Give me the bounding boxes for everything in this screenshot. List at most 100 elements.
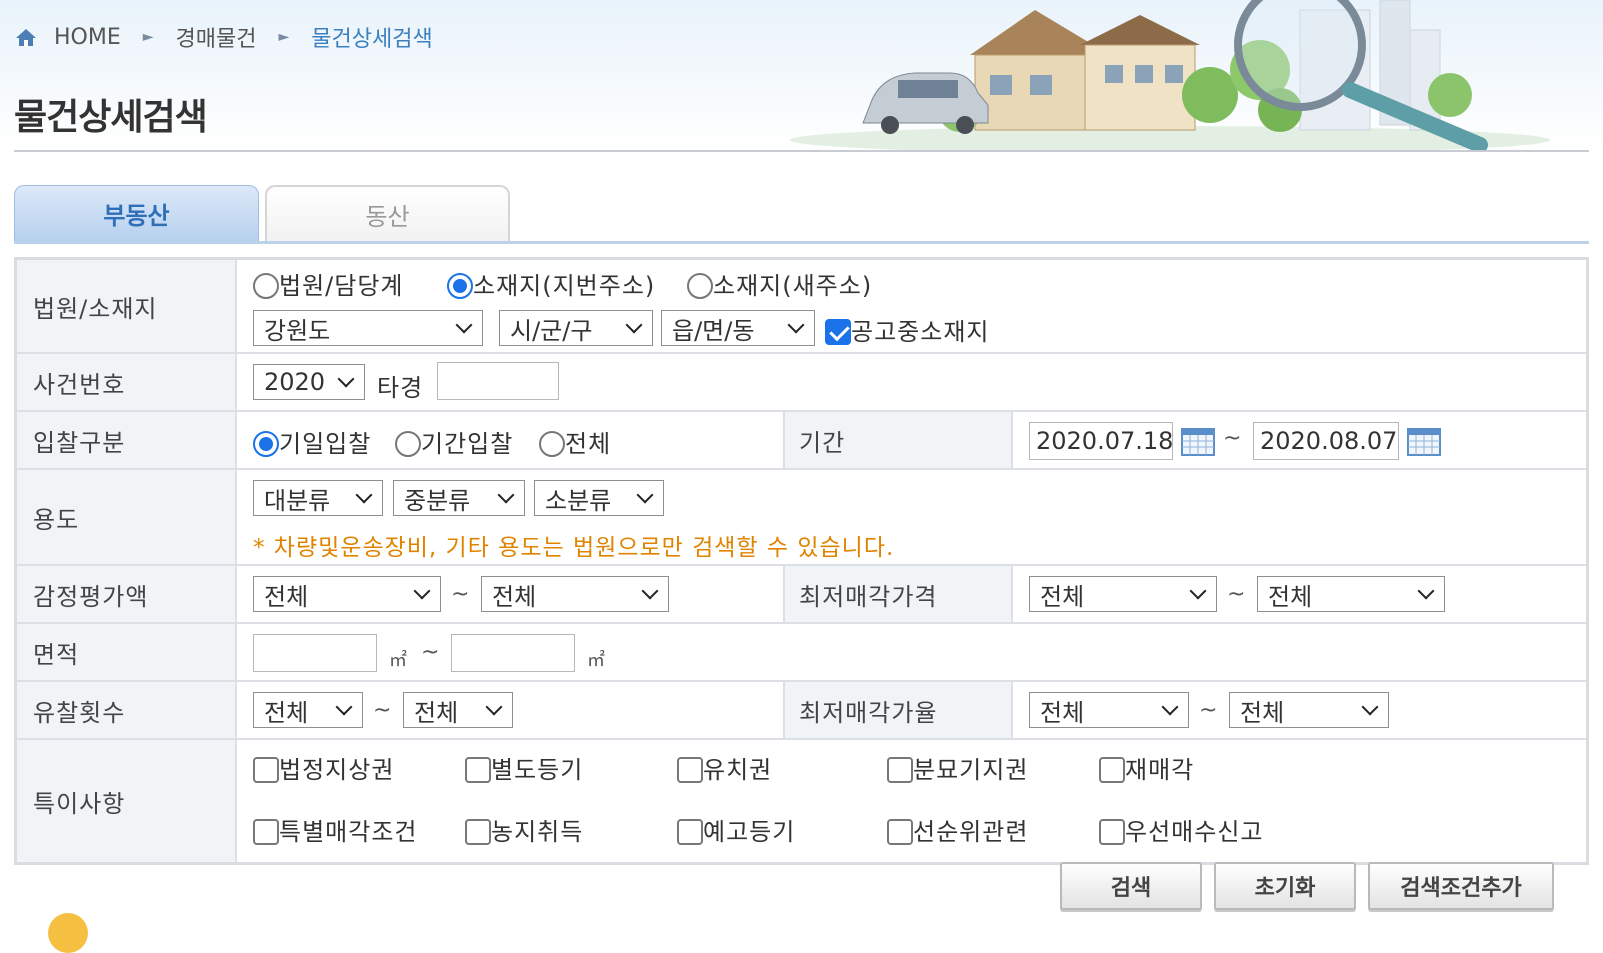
checkbox-special-0[interactable] (253, 757, 279, 783)
radio-all-bid[interactable] (539, 431, 565, 457)
usage-major-select[interactable]: 대분류 (253, 480, 383, 516)
min-rate-to-value: 전체 (1240, 698, 1285, 727)
row-label-court-location: 법원/소재지 (17, 260, 237, 352)
min-price-to-select[interactable]: 전체 (1257, 576, 1445, 612)
case-year-select[interactable]: 2020 (253, 364, 365, 400)
case-number-input[interactable] (437, 362, 559, 400)
checkbox-special-9[interactable] (1099, 819, 1125, 845)
checkbox-announce-location[interactable] (825, 319, 851, 345)
failed-to-value: 전체 (414, 698, 459, 727)
province-value: 강원도 (264, 316, 331, 345)
row-court-location: 법원/소재지 법원/담당계 소재지(지번주소) 소재지(새주소) 강원도 시/군… (17, 260, 1586, 354)
checkbox-special-3[interactable] (887, 757, 913, 783)
min-price-from-select[interactable]: 전체 (1029, 576, 1217, 612)
min-rate-to-select[interactable]: 전체 (1229, 692, 1389, 728)
row-label-special: 특이사항 (17, 740, 237, 862)
checkbox-special-8[interactable] (887, 819, 913, 845)
min-rate-from-value: 전체 (1040, 698, 1085, 727)
breadcrumb-separator-icon: ► (278, 29, 290, 45)
radio-new-address[interactable] (687, 273, 713, 299)
radio-period-bid[interactable] (395, 431, 421, 457)
title-divider (14, 150, 1589, 152)
special-label-6: 농지취득 (491, 818, 584, 846)
radio-lot-address[interactable] (447, 273, 473, 299)
chevron-down-icon (337, 370, 355, 388)
special-label-5: 특별매각조건 (279, 818, 418, 846)
usage-minor-select[interactable]: 소분류 (534, 480, 664, 516)
chevron-down-icon (485, 698, 503, 716)
tab-movable-property[interactable]: 동산 (265, 185, 510, 241)
row-appraisal: 감정평가액 전체 ~ 전체 최저매각가격 전체 ~ 전체 (17, 566, 1586, 624)
appraisal-to-value: 전체 (492, 582, 537, 611)
area-tilde: ~ (421, 640, 440, 665)
checkbox-special-7[interactable] (677, 819, 703, 845)
min-price-label: 최저매각가격 (783, 566, 1013, 622)
chevron-down-icon (641, 582, 659, 600)
radio-date-bid-label: 기일입찰 (279, 430, 372, 458)
min-rate-label: 최저매각가율 (783, 682, 1013, 738)
chevron-down-icon (335, 698, 353, 716)
tab-real-estate[interactable]: 부동산 (14, 185, 259, 241)
breadcrumb-home[interactable]: HOME (54, 25, 121, 50)
special-label-2: 유치권 (703, 756, 773, 784)
appraisal-to-select[interactable]: 전체 (481, 576, 669, 612)
chevron-down-icon (636, 486, 654, 504)
checkbox-special-4[interactable] (1099, 757, 1125, 783)
chevron-down-icon (1417, 582, 1435, 600)
radio-period-bid-label: 기간입찰 (421, 430, 514, 458)
date-to-input[interactable]: 2020.08.07 (1253, 422, 1399, 460)
radio-all-bid-label: 전체 (565, 430, 612, 458)
row-label-appraisal: 감정평가액 (17, 566, 237, 622)
add-condition-button[interactable]: 검색조건추가 (1368, 862, 1554, 910)
min-rate-tilde: ~ (1199, 698, 1218, 723)
detail-search-form: 법원/소재지 법원/담당계 소재지(지번주소) 소재지(새주소) 강원도 시/군… (14, 257, 1589, 865)
area-from-input[interactable] (253, 634, 377, 672)
reset-button[interactable]: 초기화 (1214, 862, 1356, 910)
row-failed-count: 유찰횟수 전체 ~ 전체 최저매각가율 전체 ~ 전체 (17, 682, 1586, 740)
calendar-icon[interactable] (1407, 428, 1441, 456)
special-label-1: 별도등기 (491, 756, 584, 784)
special-label-0: 법정지상권 (279, 756, 395, 784)
checkbox-special-5[interactable] (253, 819, 279, 845)
chevron-down-icon (1189, 582, 1207, 600)
row-label-usage: 용도 (17, 470, 237, 564)
breadcrumb-separator-icon: ► (142, 29, 154, 45)
category-tabs: 부동산 동산 (14, 185, 516, 243)
failed-to-select[interactable]: 전체 (403, 692, 513, 728)
breadcrumb-auction-items[interactable]: 경매물건 (176, 21, 257, 53)
checkbox-announce-location-label: 공고중소재지 (851, 318, 990, 346)
area-unit: ㎡ (587, 650, 605, 671)
radio-date-bid[interactable] (253, 431, 279, 457)
checkbox-special-2[interactable] (677, 757, 703, 783)
appraisal-tilde: ~ (451, 582, 470, 607)
chevron-down-icon (1161, 698, 1179, 716)
usage-middle-value: 중분류 (404, 486, 471, 515)
calendar-icon[interactable] (1181, 428, 1215, 456)
city-select[interactable]: 시/군/구 (499, 310, 653, 346)
row-label-area: 면적 (17, 624, 237, 680)
usage-middle-select[interactable]: 중분류 (393, 480, 525, 516)
chevron-down-icon (497, 486, 515, 504)
chevron-down-icon (625, 316, 643, 334)
date-from-input[interactable]: 2020.07.18 (1029, 422, 1173, 460)
failed-from-select[interactable]: 전체 (253, 692, 363, 728)
search-button[interactable]: 검색 (1060, 862, 1202, 910)
row-area: 면적 ㎡ ~ ㎡ (17, 624, 1586, 682)
page-title: 물건상세검색 (14, 97, 208, 138)
appraisal-from-select[interactable]: 전체 (253, 576, 441, 612)
checkbox-special-1[interactable] (465, 757, 491, 783)
home-icon[interactable] (14, 26, 38, 48)
city-value: 시/군/구 (510, 316, 593, 345)
min-rate-from-select[interactable]: 전체 (1029, 692, 1189, 728)
town-select[interactable]: 읍/면/동 (661, 310, 815, 346)
usage-major-value: 대분류 (264, 486, 331, 515)
area-to-input[interactable] (451, 634, 575, 672)
checkbox-special-6[interactable] (465, 819, 491, 845)
row-bid-type: 입찰구분 기일입찰 기간입찰 전체 기간 2020.07.18 ~ 2020.0… (17, 412, 1586, 470)
province-select[interactable]: 강원도 (253, 310, 483, 346)
appraisal-from-value: 전체 (264, 582, 309, 611)
chevron-down-icon (413, 582, 431, 600)
case-suffix-label: 타경 (377, 374, 424, 402)
help-bubble-icon (48, 913, 88, 953)
radio-court[interactable] (253, 273, 279, 299)
